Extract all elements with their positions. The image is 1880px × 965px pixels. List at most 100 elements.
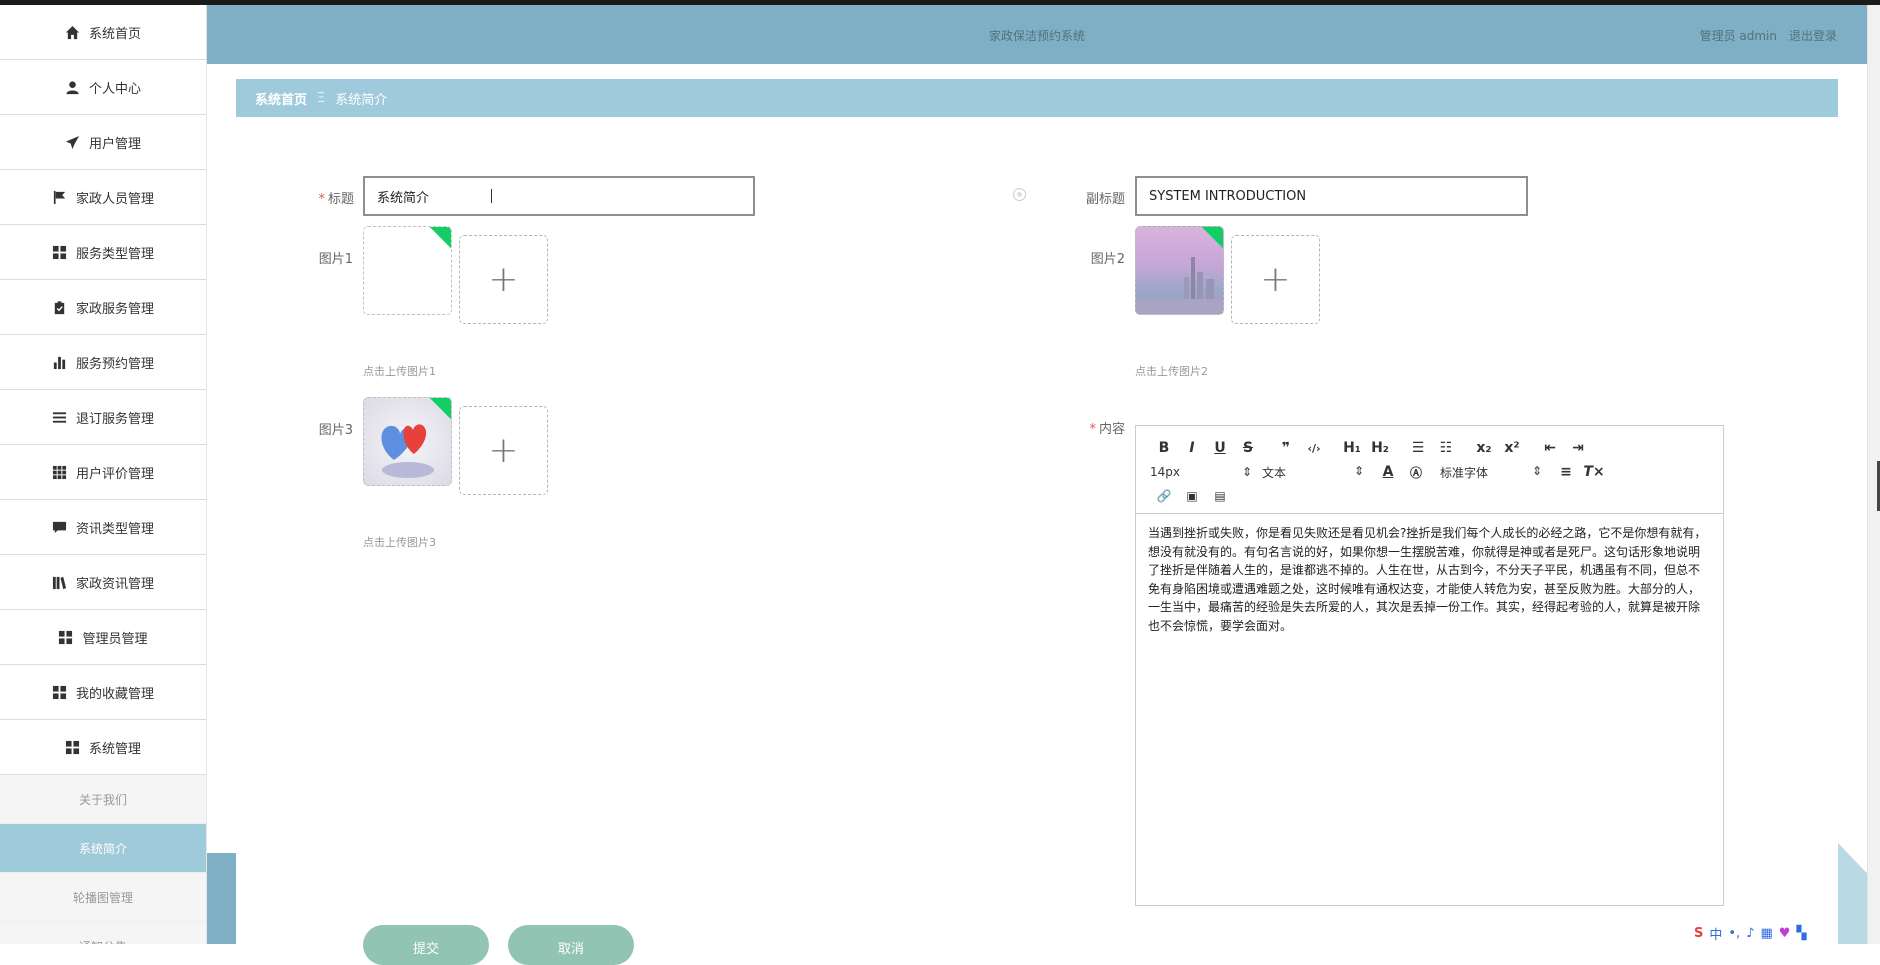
sidebar-item-label: 家政服务管理 bbox=[75, 301, 154, 317]
chevron-updown-icon: ⇕ bbox=[1353, 463, 1364, 478]
image-icon[interactable]: ▣ bbox=[1178, 489, 1206, 503]
blockquote-icon[interactable]: ❞ bbox=[1272, 440, 1300, 456]
ordered-list-icon[interactable]: ☰ bbox=[1404, 440, 1432, 456]
sidebar-item-system[interactable]: 系统管理 bbox=[0, 720, 206, 775]
sidebar-item-label: 我的收藏管理 bbox=[75, 686, 154, 702]
microphone-icon: ♪ bbox=[1746, 925, 1755, 941]
image3-thumbnail[interactable] bbox=[363, 397, 452, 486]
bold-icon[interactable]: B bbox=[1150, 440, 1178, 456]
sidebar-subitem-intro[interactable]: 系统简介 bbox=[0, 824, 206, 873]
keyboard-icon: ▦ bbox=[1760, 925, 1773, 941]
sidebar: 系统首页 个人中心 用户管理 家政人员管理 服务类型管理 家政服务管理 服务预约… bbox=[0, 5, 207, 944]
user-icon bbox=[66, 80, 79, 94]
superscript-icon[interactable]: x² bbox=[1498, 440, 1526, 456]
italic-icon[interactable]: I bbox=[1178, 440, 1206, 456]
title-label: * 标题 bbox=[318, 192, 354, 207]
editor-content[interactable]: 当遇到挫折或失败，你是看见失败还是看见机会?挫折是我们每个人成长的必经之路，它不… bbox=[1136, 514, 1723, 645]
sidebar-item-news-types[interactable]: 资讯类型管理 bbox=[0, 500, 206, 555]
sidebar-item-label: 退订服务管理 bbox=[75, 411, 154, 427]
align-icon[interactable]: ≡ bbox=[1552, 464, 1580, 480]
indent-icon[interactable]: ⇥ bbox=[1564, 440, 1592, 456]
video-icon[interactable]: ▤ bbox=[1206, 489, 1234, 503]
sidebar-item-services[interactable]: 家政服务管理 bbox=[0, 280, 206, 335]
ime-logo-icon: S bbox=[1694, 925, 1704, 941]
sidebar-item-reviews[interactable]: 用户评价管理 bbox=[0, 445, 206, 500]
upload-success-badge bbox=[429, 227, 451, 249]
submit-button[interactable]: 提交 bbox=[363, 925, 489, 965]
text-type-select[interactable]: 文本 ⇕ bbox=[1262, 464, 1374, 481]
code-icon[interactable]: ‹/› bbox=[1300, 442, 1328, 455]
grid-icon bbox=[52, 245, 67, 259]
sidebar-item-profile[interactable]: 个人中心 bbox=[0, 60, 206, 115]
flag-icon bbox=[53, 190, 66, 204]
sidebar-subitem-notices[interactable]: 通知公告 bbox=[0, 922, 206, 944]
outdent-icon[interactable]: ⇤ bbox=[1536, 440, 1564, 456]
content-label: * 内容 bbox=[1089, 422, 1125, 437]
sidebar-item-label: 系统管理 bbox=[88, 741, 141, 757]
image3-upload-button[interactable]: + bbox=[459, 406, 548, 495]
ime-mode-icon: 中 bbox=[1709, 927, 1723, 943]
image2-upload-button[interactable]: + bbox=[1231, 235, 1320, 324]
heading1-icon[interactable]: H₁ bbox=[1338, 440, 1366, 456]
library-icon bbox=[52, 576, 67, 589]
sidebar-subitem-carousel[interactable]: 轮播图管理 bbox=[0, 873, 206, 922]
heading2-icon[interactable]: H₂ bbox=[1366, 440, 1394, 456]
plus-icon: + bbox=[488, 258, 519, 300]
sidebar-item-label: 系统首页 bbox=[88, 26, 141, 42]
title-input-value: 系统简介 bbox=[377, 190, 430, 206]
editor-toolbar: B I U S ❞ ‹/› H₁ H₂ ☰ ☷ x₂ x² ⇤ ⇥ 14px ⇕ … bbox=[1136, 426, 1723, 514]
font-size-select[interactable]: 14px ⇕ bbox=[1150, 465, 1262, 479]
bullet-list-icon[interactable]: ☷ bbox=[1432, 440, 1460, 456]
sidebar-item-users[interactable]: 用户管理 bbox=[0, 115, 206, 170]
subscript-icon[interactable]: x₂ bbox=[1470, 440, 1498, 456]
image2-label: 图片2 bbox=[1090, 252, 1125, 267]
sidebar-item-label: 家政人员管理 bbox=[75, 191, 154, 207]
system-tray: S 中 •, ♪ ▦ ♥ ▚ bbox=[1694, 922, 1880, 944]
image1-upload-button[interactable]: + bbox=[459, 235, 548, 324]
sidebar-item-home[interactable]: 系统首页 bbox=[0, 5, 206, 60]
sidebar-item-bookings[interactable]: 服务预约管理 bbox=[0, 335, 206, 390]
image2-hint: 点击上传图片2 bbox=[1135, 365, 1208, 378]
font-color-icon[interactable]: A bbox=[1374, 464, 1402, 480]
subtitle-input[interactable]: SYSTEM INTRODUCTION bbox=[1135, 176, 1528, 216]
hearts-image bbox=[381, 424, 434, 478]
breadcrumb: 系统首页 Ξ 系统简介 bbox=[236, 79, 1838, 117]
sidebar-item-favorites[interactable]: 我的收藏管理 bbox=[0, 665, 206, 720]
grid-icon bbox=[65, 740, 80, 754]
sidebar-subitem-about[interactable]: 关于我们 bbox=[0, 775, 206, 824]
sidebar-item-news[interactable]: 家政资讯管理 bbox=[0, 555, 206, 610]
subtitle-label: 副标题 bbox=[1085, 192, 1125, 207]
page-scrollbar[interactable] bbox=[1867, 5, 1880, 944]
sidebar-item-cancellations[interactable]: 退订服务管理 bbox=[0, 390, 206, 445]
font-family-select[interactable]: 标准字体 ⇕ bbox=[1440, 464, 1552, 481]
image1-thumbnail[interactable] bbox=[363, 226, 452, 315]
chevron-updown-icon: ⇕ bbox=[1241, 465, 1252, 479]
image2-thumbnail[interactable] bbox=[1135, 226, 1224, 315]
cancel-button[interactable]: 取消 bbox=[508, 925, 634, 965]
image3-label: 图片3 bbox=[318, 423, 353, 438]
text-cursor-icon bbox=[491, 189, 492, 203]
logout-link[interactable]: 退出登录 bbox=[1789, 27, 1837, 44]
sidebar-item-label: 服务类型管理 bbox=[75, 246, 154, 262]
clear-icon[interactable] bbox=[1013, 188, 1026, 201]
sidebar-item-label: 资讯类型管理 bbox=[75, 521, 154, 537]
paper-plane-icon bbox=[65, 135, 80, 149]
breadcrumb-separator-icon: Ξ bbox=[317, 90, 326, 106]
image1-label: 图片1 bbox=[318, 252, 353, 267]
sidebar-item-label: 用户评价管理 bbox=[75, 466, 154, 482]
clear-format-icon[interactable]: T× bbox=[1580, 464, 1608, 480]
strikethrough-icon[interactable]: S bbox=[1234, 440, 1262, 456]
background-color-icon[interactable]: Ⓐ bbox=[1402, 464, 1430, 481]
title-input[interactable]: 系统简介 bbox=[363, 176, 755, 216]
image3-hint: 点击上传图片3 bbox=[363, 536, 436, 549]
image1-hint: 点击上传图片1 bbox=[363, 365, 436, 378]
sidebar-item-housekeepers[interactable]: 家政人员管理 bbox=[0, 170, 206, 225]
sidebar-item-admins[interactable]: 管理员管理 bbox=[0, 610, 206, 665]
breadcrumb-current: 系统简介 bbox=[335, 92, 388, 108]
link-icon[interactable]: 🔗 bbox=[1150, 489, 1178, 503]
underline-icon[interactable]: U bbox=[1206, 440, 1234, 456]
breadcrumb-home[interactable]: 系统首页 bbox=[255, 89, 307, 108]
rich-text-editor[interactable]: B I U S ❞ ‹/› H₁ H₂ ☰ ☷ x₂ x² ⇤ ⇥ 14px ⇕ … bbox=[1135, 425, 1724, 906]
sidebar-item-service-types[interactable]: 服务类型管理 bbox=[0, 225, 206, 280]
grid-icon bbox=[52, 685, 67, 699]
